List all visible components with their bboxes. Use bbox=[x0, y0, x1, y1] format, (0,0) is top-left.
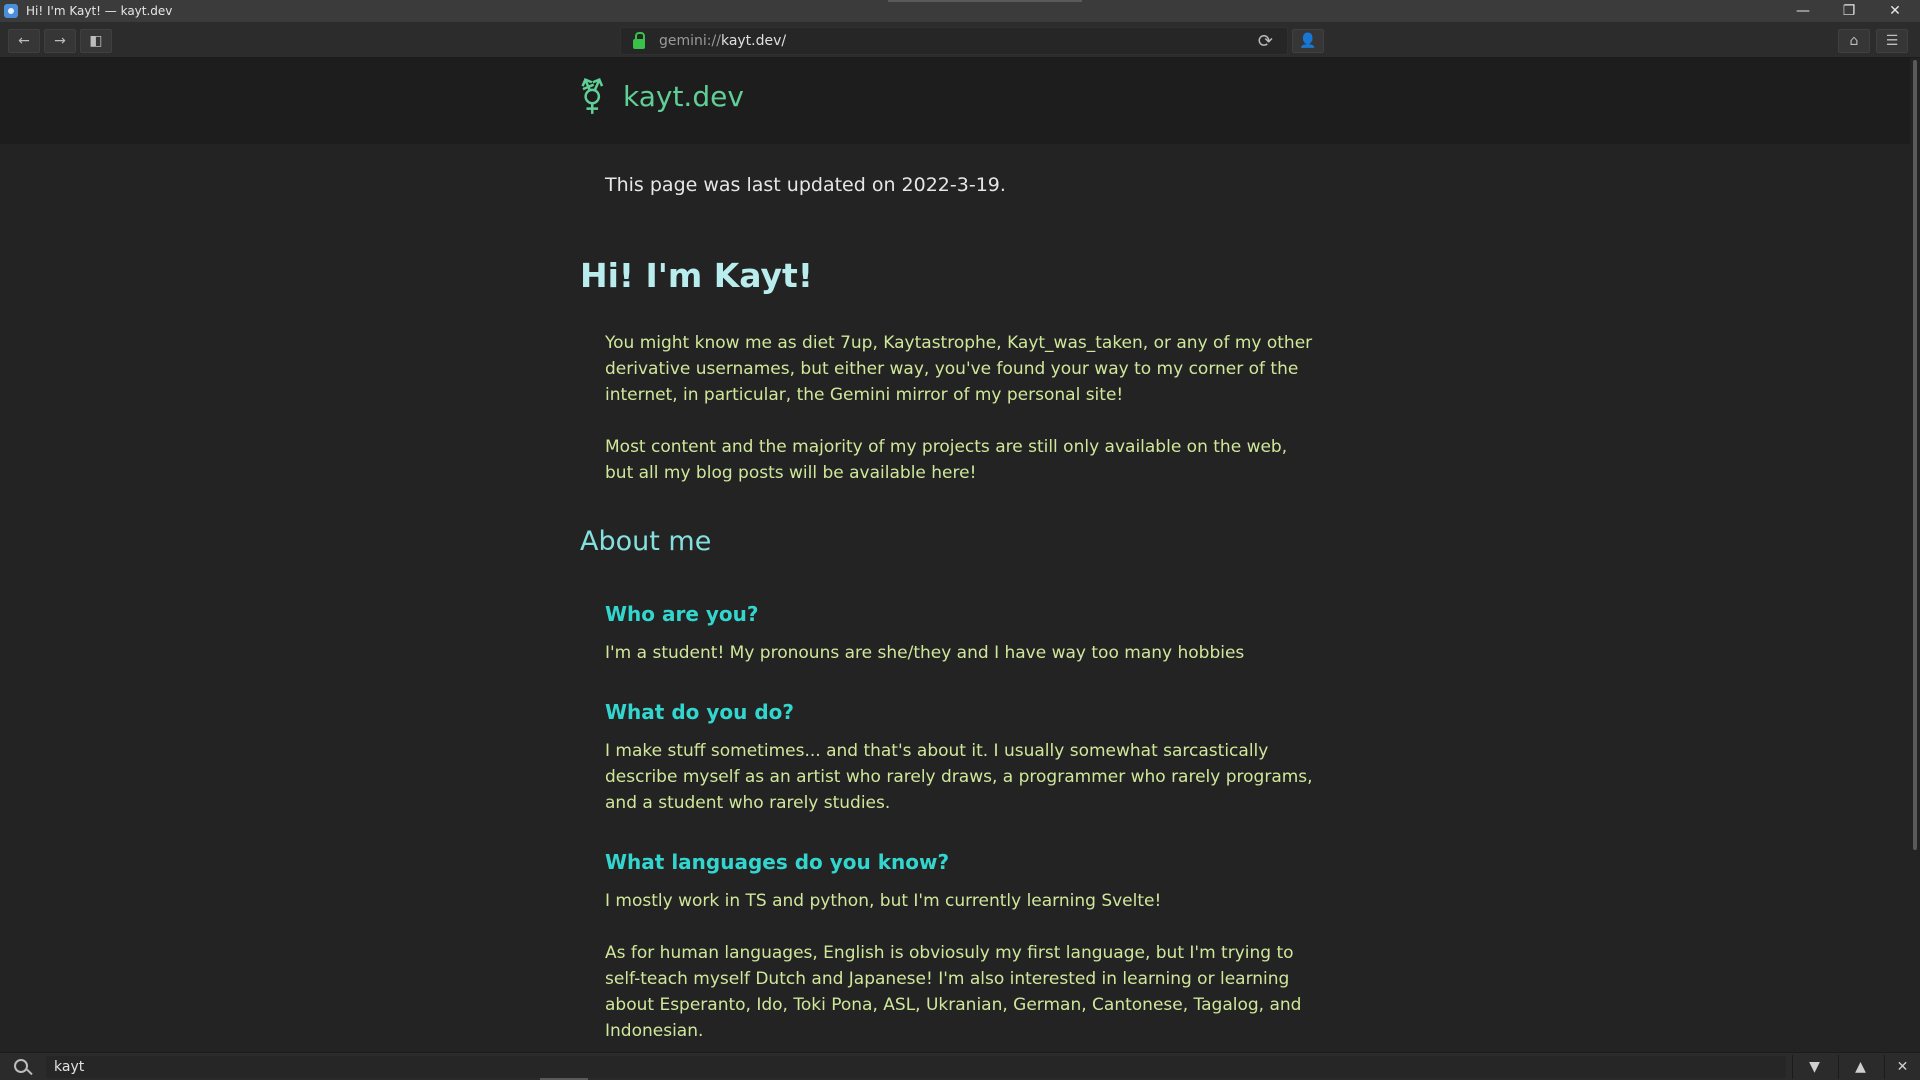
lock-icon bbox=[633, 32, 645, 49]
menu-button[interactable]: ☰ bbox=[1876, 29, 1908, 53]
find-input[interactable] bbox=[46, 1056, 1786, 1078]
intro-paragraph-1: You might know me as diet 7up, Kaytastro… bbox=[605, 333, 1313, 405]
faq-question: What do you do? bbox=[605, 700, 794, 724]
minimize-button[interactable]: — bbox=[1781, 0, 1825, 22]
window-title: Hi! I'm Kayt! — kayt.dev bbox=[26, 4, 173, 18]
faq-question: What languages do you know? bbox=[605, 850, 950, 874]
scrollbar-thumb[interactable] bbox=[1913, 60, 1917, 850]
titlebar-accent bbox=[888, 0, 1082, 2]
find-next-button[interactable]: ▼ bbox=[1792, 1055, 1836, 1079]
close-find-button[interactable]: ✕ bbox=[1884, 1055, 1920, 1079]
faq-answer: I'm a student! My pronouns are she/they … bbox=[605, 643, 1245, 663]
search-icon bbox=[14, 1059, 28, 1073]
reload-icon[interactable]: ⟳ bbox=[1258, 31, 1273, 52]
site-banner: ⚧ kayt.dev bbox=[0, 58, 1910, 144]
last-updated-text: This page was last updated on 2022-3-19. bbox=[605, 174, 1006, 196]
url-host: kayt.dev/ bbox=[720, 33, 787, 49]
window-titlebar: Hi! I'm Kayt! — kayt.dev — ❐ ✕ bbox=[0, 0, 1920, 22]
back-button[interactable]: ← bbox=[8, 29, 40, 53]
url-text[interactable]: gemini://kayt.dev/ bbox=[659, 33, 786, 49]
url-scheme: gemini:// bbox=[659, 33, 721, 49]
home-button[interactable]: ⌂ bbox=[1838, 29, 1870, 53]
faq-answer: I make stuff sometimes... and that's abo… bbox=[605, 741, 1313, 813]
app-icon bbox=[4, 4, 18, 18]
faq-answer: I mostly work in TS and python, but I'm … bbox=[605, 891, 1162, 911]
restore-button[interactable]: ❐ bbox=[1827, 0, 1871, 22]
about-heading: About me bbox=[580, 526, 712, 557]
navigation-toolbar: ← → ◧ gemini://kayt.dev/ ⟳ 👤 ⌂ ☰ bbox=[0, 22, 1920, 58]
human-languages-paragraph: As for human languages, English is obvio… bbox=[605, 943, 1302, 1041]
page-scrollbar[interactable] bbox=[1910, 58, 1920, 1052]
url-bar[interactable]: gemini://kayt.dev/ ⟳ bbox=[620, 27, 1288, 55]
site-name: kayt.dev bbox=[623, 80, 744, 113]
page-heading: Hi! I'm Kayt! bbox=[580, 256, 813, 295]
find-previous-button[interactable]: ▲ bbox=[1838, 1055, 1882, 1079]
find-bar: ▼ ▲ ✕ bbox=[0, 1052, 1920, 1080]
intro-paragraph-2: Most content and the majority of my proj… bbox=[605, 437, 1288, 483]
close-window-button[interactable]: ✕ bbox=[1873, 0, 1917, 22]
faq-question: Who are you? bbox=[605, 602, 759, 626]
identity-button[interactable]: 👤 bbox=[1292, 29, 1324, 53]
transgender-symbol-icon: ⚧ bbox=[578, 77, 607, 117]
forward-button[interactable]: → bbox=[44, 29, 76, 53]
sidebar-toggle-button[interactable]: ◧ bbox=[80, 29, 112, 53]
